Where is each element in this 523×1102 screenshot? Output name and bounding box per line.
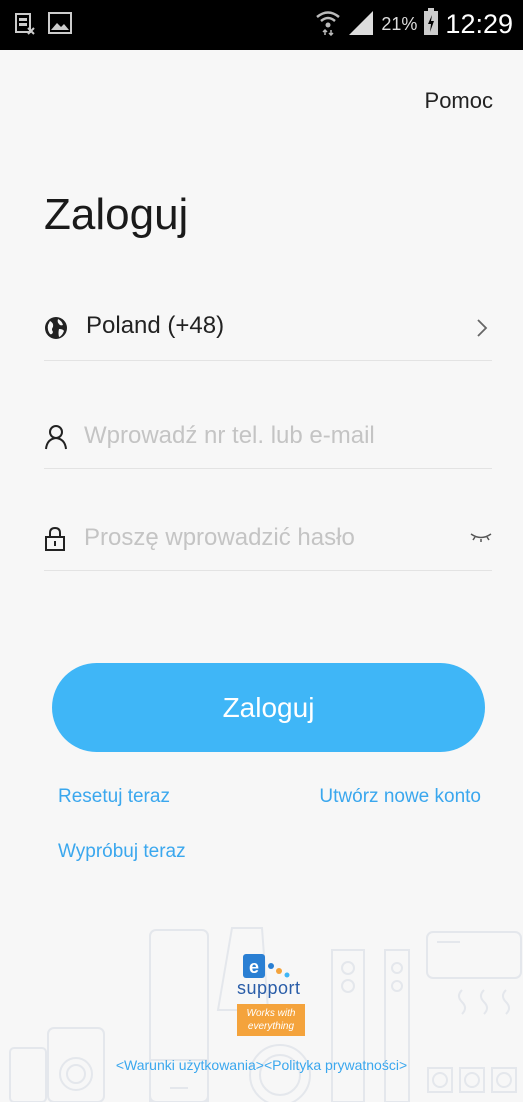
legal-links: <Warunki użytkowania><Polityka prywatnoś… [0, 1057, 523, 1073]
country-label: Poland (+48) [86, 312, 225, 339]
chevron-right-icon [476, 318, 488, 343]
password-input[interactable] [84, 518, 454, 558]
login-button[interactable]: Zaloguj [52, 663, 485, 752]
status-system: 21% 12:29 [315, 8, 513, 41]
user-icon [44, 424, 68, 450]
status-bar: 21% 12:29 [0, 0, 523, 50]
reset-password-link[interactable]: Resetuj teraz [58, 786, 170, 808]
country-selector[interactable]: Poland (+48) [44, 296, 492, 361]
signal-icon [347, 9, 375, 40]
battery-charging-icon [423, 8, 439, 41]
logo-name: support [237, 978, 301, 998]
page-title: Zaloguj [44, 190, 189, 239]
help-link[interactable]: Pomoc [425, 88, 493, 114]
status-notifications [14, 12, 72, 41]
privacy-link[interactable]: <Polityka prywatności> [264, 1057, 407, 1073]
account-field [44, 404, 492, 469]
try-now-link[interactable]: Wypróbuj teraz [58, 841, 186, 863]
password-field [44, 506, 492, 571]
terms-link[interactable]: <Warunki użytkowania> [116, 1057, 264, 1073]
logo-tagline: Works with everything [237, 1004, 305, 1036]
lock-icon [44, 526, 68, 551]
wifi-icon [315, 8, 341, 41]
account-input[interactable] [84, 416, 454, 456]
create-account-link[interactable]: Utwórz nowe konto [319, 786, 481, 808]
eye-closed-icon[interactable] [470, 530, 492, 548]
logo-mark-letter: e [249, 957, 259, 977]
globe-icon [44, 316, 68, 340]
clock: 12:29 [445, 9, 513, 39]
image-icon [48, 12, 72, 41]
sim-card-icon [14, 12, 36, 41]
battery-percent: 21% [381, 14, 418, 34]
